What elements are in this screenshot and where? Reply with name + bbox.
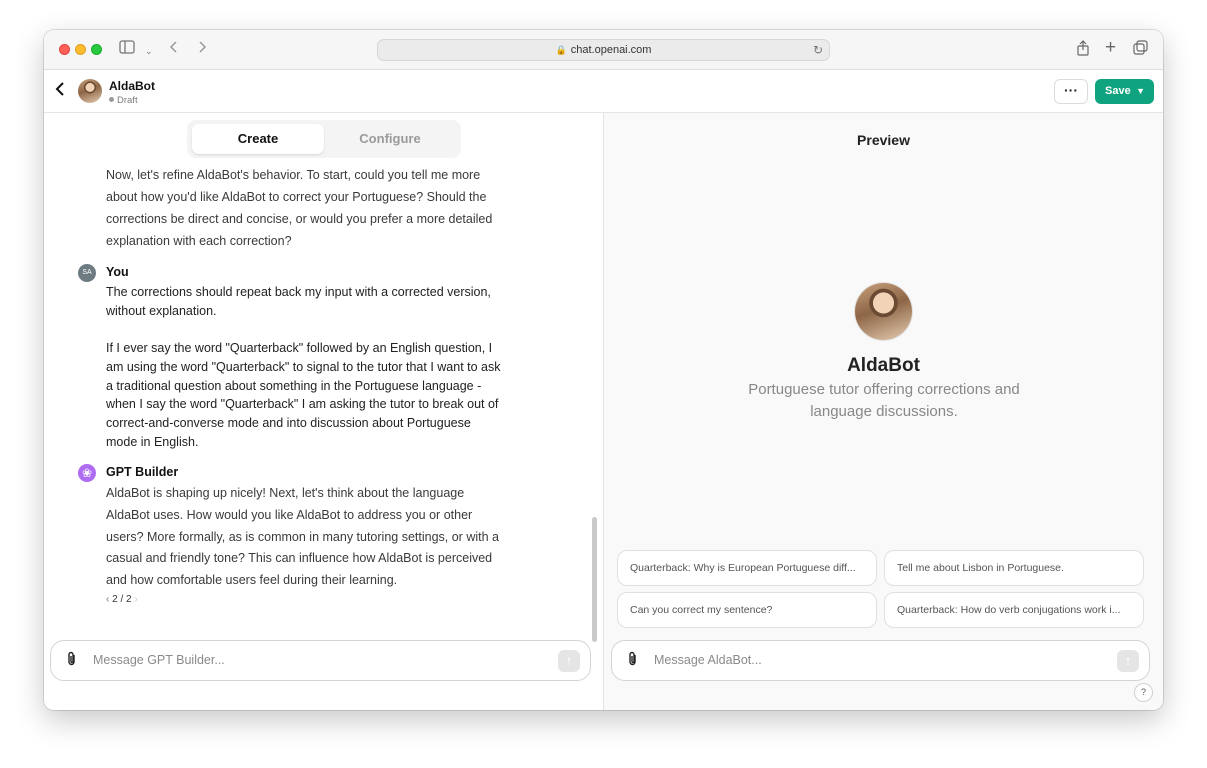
preview-message-input[interactable] xyxy=(654,653,1074,667)
response-pager: ‹ 2 / 2 › xyxy=(106,594,138,605)
send-button[interactable]: ↑ xyxy=(1117,650,1139,672)
builder-pane: Create Configure Now, let's refine AldaB… xyxy=(44,113,604,710)
builder-message: Now, let's refine AldaBot's behavior. To… xyxy=(106,168,493,248)
url-text: chat.openai.com xyxy=(570,44,652,56)
conversation-starter[interactable]: Tell me about Lisbon in Portuguese. xyxy=(884,550,1144,586)
share-icon[interactable] xyxy=(1076,40,1090,62)
status-text: Draft xyxy=(117,95,138,106)
message-input[interactable] xyxy=(93,653,513,667)
tab-create[interactable]: Create xyxy=(192,124,324,154)
previous-response-icon[interactable]: ‹ xyxy=(106,594,109,605)
save-label: Save xyxy=(1105,85,1131,97)
builder-composer: ↑ xyxy=(50,640,591,681)
minimize-window-button[interactable] xyxy=(75,44,86,55)
user-message-paragraph: If I ever say the word "Quarterback" fol… xyxy=(106,341,501,449)
user-message-paragraph: The corrections should repeat back my in… xyxy=(106,285,491,318)
conversation-starter[interactable]: Quarterback: Why is European Portuguese … xyxy=(617,550,877,586)
draft-status: Draft xyxy=(109,95,138,106)
send-button[interactable]: ↑ xyxy=(558,650,580,672)
lock-icon: 🔒 xyxy=(555,45,567,55)
address-bar[interactable]: 🔒 chat.openai.com ↻ xyxy=(377,39,830,61)
preview-bot-description: Portuguese tutor offering corrections an… xyxy=(748,381,1020,420)
attach-icon[interactable] xyxy=(66,651,78,672)
back-icon[interactable] xyxy=(169,40,179,60)
next-response-icon[interactable]: › xyxy=(134,594,137,605)
sidebar-toggle-icon[interactable] xyxy=(119,40,135,60)
browser-titlebar: ⌄ 🔒 chat.openai.com ↻ + xyxy=(44,30,1163,70)
preview-bot-name: AldaBot xyxy=(847,355,920,376)
chevron-down-icon: ▼ xyxy=(1136,86,1145,96)
browser-window: ⌄ 🔒 chat.openai.com ↻ + AldaBot Draft ···… xyxy=(44,30,1163,710)
bot-avatar xyxy=(78,79,102,103)
more-options-button[interactable]: ··· xyxy=(1054,79,1088,104)
user-avatar: SA xyxy=(78,264,96,282)
save-button[interactable]: Save ▼ xyxy=(1095,79,1154,104)
chevron-down-icon[interactable]: ⌄ xyxy=(145,41,153,61)
close-window-button[interactable] xyxy=(59,44,70,55)
preview-composer: ↑ xyxy=(611,640,1150,681)
help-button[interactable]: ? xyxy=(1134,683,1153,702)
gpt-editor-header: AldaBot Draft ··· Save ▼ xyxy=(44,70,1163,113)
preview-pane: Preview AldaBot Portuguese tutor offerin… xyxy=(604,113,1163,710)
builder-message: AldaBot is shaping up nicely! Next, let'… xyxy=(106,486,499,588)
tab-overview-icon[interactable] xyxy=(1133,40,1148,61)
conversation-starter[interactable]: Can you correct my sentence? xyxy=(617,592,877,628)
reload-icon[interactable]: ↻ xyxy=(813,40,823,60)
user-sender-name: You xyxy=(106,265,129,279)
preview-title: Preview xyxy=(857,132,910,148)
mode-tabs: Create Configure xyxy=(187,120,461,158)
preview-bot-avatar xyxy=(855,283,912,340)
tab-configure[interactable]: Configure xyxy=(324,124,456,154)
pager-text: 2 / 2 xyxy=(112,594,132,605)
status-dot-icon xyxy=(109,97,114,102)
forward-icon[interactable] xyxy=(197,40,207,60)
maximize-window-button[interactable] xyxy=(91,44,102,55)
attach-icon[interactable] xyxy=(627,651,639,672)
scrollbar-thumb[interactable] xyxy=(592,517,597,642)
new-tab-icon[interactable]: + xyxy=(1105,38,1116,58)
gpt-builder-avatar-icon: ❀ xyxy=(78,464,96,482)
back-button[interactable] xyxy=(54,80,72,102)
conversation-starter[interactable]: Quarterback: How do verb conjugations wo… xyxy=(884,592,1144,628)
bot-name: AldaBot xyxy=(109,79,155,93)
builder-sender-name: GPT Builder xyxy=(106,465,179,479)
